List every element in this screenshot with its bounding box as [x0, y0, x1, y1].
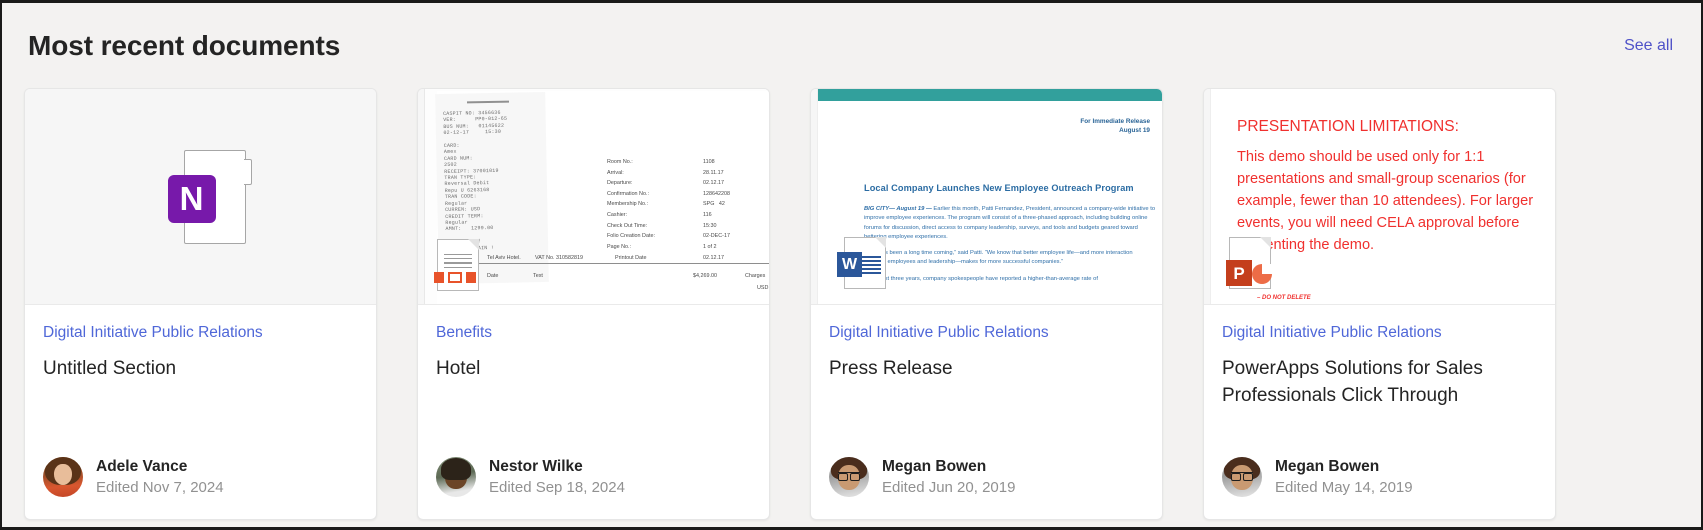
card-document-title: PowerApps Solutions for Sales Profession… [1222, 358, 1483, 406]
word-badge-letter: W [837, 252, 862, 277]
press-release-dateline: For Immediate Release August 19 [1080, 118, 1150, 134]
receipt-footer-printout-label: Printout Date [615, 255, 647, 261]
card-site-link[interactable]: Digital Initiative Public Relations [1222, 323, 1537, 343]
word-file-icon: W [837, 237, 886, 289]
receipt-field-values: 1108 28.11.17 02.12.17 128642208 SPG 42 … [703, 159, 730, 250]
notebook-tab-shape [243, 158, 252, 185]
slide-note: – DO NOT DELETE [1257, 295, 1311, 301]
powerpoint-pie-glyph [1252, 264, 1272, 284]
card-thumbnail[interactable]: For Immediate Release August 19 Local Co… [811, 89, 1162, 305]
onenote-icon: N [167, 149, 252, 244]
card-author-name: Adele Vance [96, 458, 188, 475]
receipt-footer-printout-value: 02.12.17 [703, 255, 724, 261]
receipt-footer-vat: VAT No. 310582819 [535, 255, 583, 261]
card-document-title: Hotel [436, 358, 481, 379]
card-author-name: Nestor Wilke [489, 458, 583, 475]
avatar [829, 457, 869, 497]
document-card[interactable]: CASPIT NO: 3456636 VER: PP0-012-65 BUS N… [417, 88, 770, 520]
press-release-paragraph-3: In the last three years, company spokesp… [864, 275, 1098, 282]
card-meta: Digital Initiative Public Relations Powe… [1204, 305, 1555, 519]
document-card-list: N Digital Initiative Public Relations Un… [24, 88, 1556, 520]
press-release-paragraph-2: “This has been a long time coming,” said… [864, 250, 1133, 266]
press-release-lead: BIG CITY— August 19 — [864, 206, 932, 212]
card-author-row: Megan Bowen Edited Jun 20, 2019 [829, 457, 1144, 519]
powerpoint-badge-letter: P [1226, 260, 1252, 286]
receipt-table-currency: USD [757, 285, 769, 291]
card-meta: Digital Initiative Public Relations Unti… [25, 305, 376, 519]
receipt-table-col-charges: Charges [745, 273, 766, 279]
receipt-rule [439, 263, 769, 265]
card-author-name: Megan Bowen [1275, 458, 1380, 475]
card-author-name: Megan Bowen [882, 458, 987, 475]
word-document-preview: For Immediate Release August 19 Local Co… [817, 89, 1162, 304]
card-site-link[interactable]: Digital Initiative Public Relations [43, 323, 358, 343]
powerpoint-slide-preview: PRESENTATION LIMITATIONS: This demo shou… [1210, 89, 1555, 304]
onenote-badge-letter: N [167, 174, 216, 223]
panel-header: Most recent documents See all [2, 3, 1701, 89]
powerpoint-file-icon: P [1226, 237, 1272, 289]
avatar [43, 457, 83, 497]
recent-documents-panel: Most recent documents See all N Digital … [0, 0, 1703, 530]
receipt-footer-left: Tel Aviv Hotel. [487, 255, 521, 261]
press-release-heading: Local Company Launches New Employee Outr… [864, 183, 1134, 193]
avatar [1222, 457, 1262, 497]
card-edited-date: Edited May 14, 2019 [1275, 479, 1413, 496]
scanned-receipt-preview: CASPIT NO: 3456636 VER: PP0-012-65 BUS N… [424, 89, 769, 304]
avatar [436, 457, 476, 497]
card-meta: Digital Initiative Public Relations Pres… [811, 305, 1162, 519]
press-release-body: BIG CITY— August 19 — Earlier this month… [864, 205, 1156, 291]
card-edited-date: Edited Sep 18, 2024 [489, 479, 625, 496]
card-edited-date: Edited Nov 7, 2024 [96, 479, 224, 496]
card-meta: Benefits Hotel Nestor Wilke Edited Sep 1… [418, 305, 769, 519]
card-thumbnail[interactable]: CASPIT NO: 3456636 VER: PP0-012-65 BUS N… [418, 89, 769, 305]
document-card[interactable]: N Digital Initiative Public Relations Un… [24, 88, 377, 520]
card-edited-date: Edited Jun 20, 2019 [882, 479, 1016, 496]
card-author-row: Megan Bowen Edited May 14, 2019 [1222, 457, 1537, 519]
card-site-link[interactable]: Digital Initiative Public Relations [829, 323, 1144, 343]
card-author-row: Adele Vance Edited Nov 7, 2024 [43, 457, 358, 519]
receipt-table-col-amount: $4,269.00 [693, 273, 717, 279]
receipt-text: CASPIT NO: 3456636 VER: PP0-012-65 BUS N… [443, 109, 508, 252]
pdf-file-icon [434, 239, 479, 291]
see-all-link[interactable]: See all [1624, 37, 1675, 55]
document-card[interactable]: For Immediate Release August 19 Local Co… [810, 88, 1163, 520]
card-site-link[interactable]: Benefits [436, 323, 751, 343]
receipt-table-col-text: Text [533, 273, 543, 279]
document-card[interactable]: PRESENTATION LIMITATIONS: This demo shou… [1203, 88, 1556, 520]
slide-title: PRESENTATION LIMITATIONS: [1237, 118, 1459, 135]
card-thumbnail[interactable]: N [25, 89, 376, 305]
page-title: Most recent documents [28, 30, 341, 61]
card-author-row: Nestor Wilke Edited Sep 18, 2024 [436, 457, 751, 519]
receipt-table-col-date: Date [487, 273, 499, 279]
receipt-field-labels: Room No.: Arrival: Departure: Confirmati… [607, 159, 655, 250]
document-header-band [818, 89, 1162, 101]
card-document-title: Untitled Section [43, 358, 177, 379]
slide-body-text: This demo should be used only for 1:1 pr… [1237, 149, 1534, 253]
card-thumbnail[interactable]: PRESENTATION LIMITATIONS: This demo shou… [1204, 89, 1555, 305]
card-document-title: Press Release [829, 358, 953, 379]
